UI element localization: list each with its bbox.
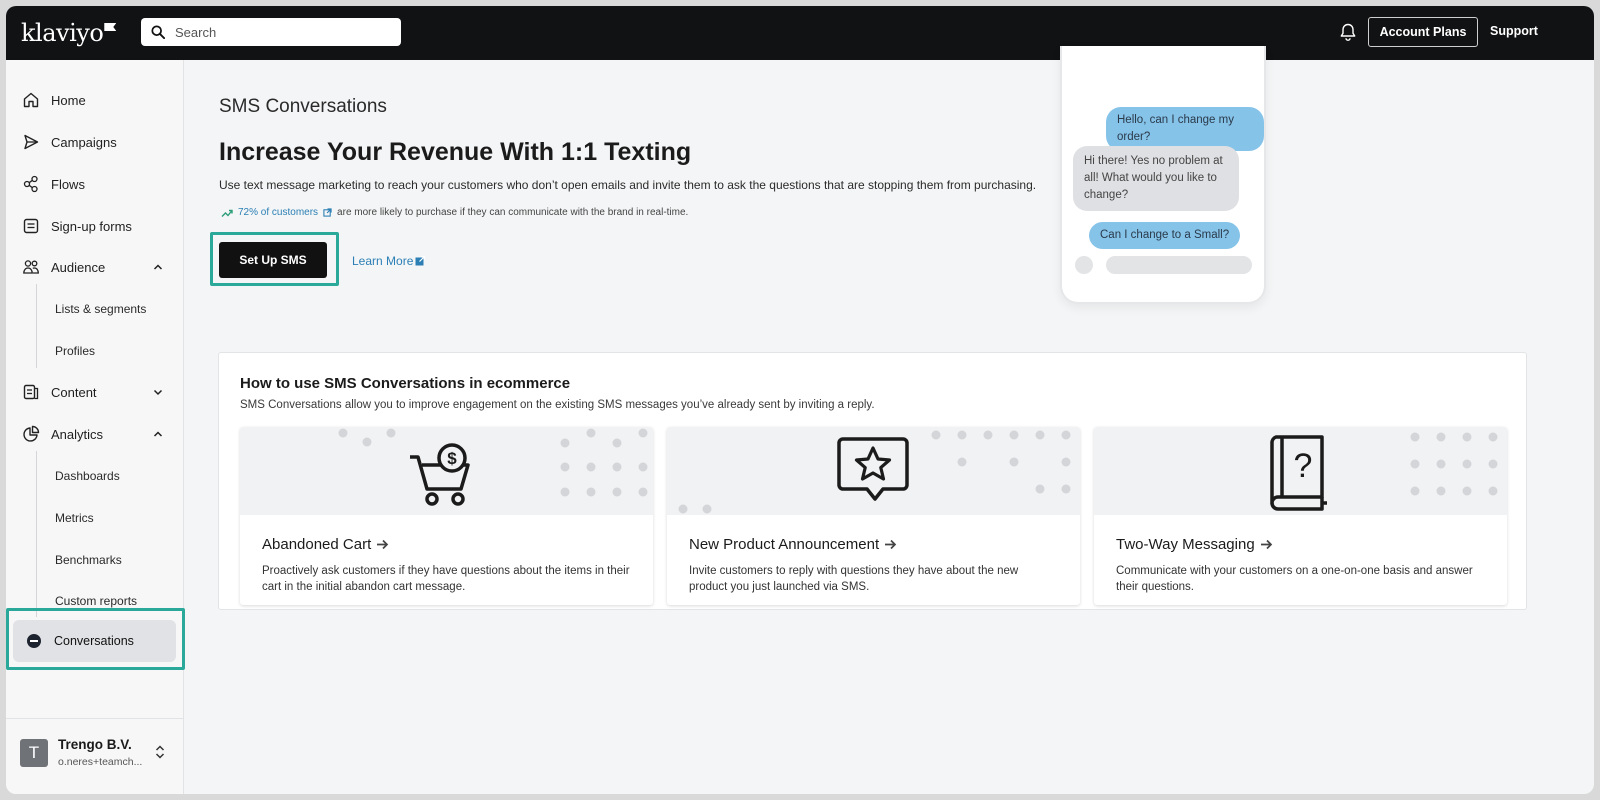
how-to-card: How to use SMS Conversations in ecommerc… [218,352,1527,610]
use-case-new-product[interactable]: New Product Announcement Invite customer… [667,427,1080,605]
use-case-title: New Product Announcement [689,536,897,553]
use-case-description: Communicate with your customers on a one… [1116,565,1473,593]
content-icon [23,384,39,400]
klaviyo-logo[interactable]: klaviyo [21,19,117,47]
sidebar-item-benchmarks[interactable]: Benchmarks [55,553,122,567]
set-up-sms-button[interactable]: Set Up SMS [219,242,327,278]
use-case-two-way-messaging[interactable]: ? Two-Way Messaging Communicate with you… [1094,427,1507,605]
org-email: o.neres+teamch... [58,756,143,768]
star-chat-icon [837,437,909,501]
chat-bubble-customer: Can I change to a Small? [1089,222,1241,249]
sidebar-item-campaigns[interactable]: Campaigns [22,126,172,158]
trend-up-icon [221,209,233,217]
conversations-highlight-frame [6,608,185,670]
chat-bubble-brand: Hi there! Yes no problem at all! What wo… [1073,146,1239,211]
arrow-right-icon [1260,539,1272,550]
logo-flag-icon [104,23,117,31]
arrow-right-icon [377,539,389,550]
sidebar-item-profiles[interactable]: Profiles [55,344,95,358]
audience-sub-line [36,284,37,368]
description: Use text message marketing to reach your… [219,178,1037,192]
top-bar: klaviyo Account Plans Support [6,6,1594,60]
sidebar-item-metrics[interactable]: Metrics [55,511,94,525]
support-link[interactable]: Support [1490,24,1538,38]
app-window: klaviyo Account Plans Support Home Campa… [6,6,1594,794]
form-icon [23,218,39,234]
analytics-sub-line [36,451,37,617]
search-box[interactable] [141,18,401,46]
use-case-art: $ [240,427,653,515]
cart-dollar-icon: $ [410,443,470,506]
sidebar-item-content[interactable]: Content [22,376,172,408]
bell-icon[interactable] [1338,22,1358,42]
sidebar-item-signup-forms[interactable]: Sign-up forms [22,210,172,242]
stat-text: are more likely to purchase if they can … [337,207,689,218]
chevron-up-icon[interactable] [152,261,164,273]
pie-chart-icon [23,425,40,442]
avatar: T [20,739,48,767]
sidebar-item-home[interactable]: Home [22,84,172,116]
org-name: Trengo B.V. [58,737,132,752]
how-to-title: How to use SMS Conversations in ecommerc… [240,375,571,392]
use-case-description: Invite customers to reply with questions… [689,565,1019,593]
use-case-abandoned-cart[interactable]: $ Abandoned Cart Proactively ask custome… [240,427,653,605]
phone-mockup: Hello, can I change my order? Hi there! … [1060,46,1266,304]
sidebar-item-custom-reports[interactable]: Custom reports [55,594,137,608]
svg-text:$: $ [447,449,457,468]
chevron-up-down-icon[interactable] [154,743,166,761]
learn-more-link[interactable]: Learn More [352,254,426,268]
question-book-icon: ? [1270,435,1327,511]
stat-link[interactable]: 72% of customers [238,207,318,218]
chat-bubble-customer: Hello, can I change my order? [1106,107,1264,151]
send-icon [24,134,39,150]
external-link-icon [415,256,426,266]
people-icon [23,260,39,274]
search-icon [151,25,165,39]
chevron-up-icon[interactable] [152,428,164,440]
home-icon [23,92,39,108]
use-case-art: ? [1094,427,1507,515]
use-case-description: Proactively ask customers if they have q… [262,565,630,593]
svg-text:?: ? [1294,447,1313,485]
sidebar-item-audience[interactable]: Audience [22,251,172,283]
chevron-down-icon[interactable] [152,386,164,398]
sidebar: Home Campaigns Flows Sign-up forms Audie… [6,60,185,794]
use-case-title: Two-Way Messaging [1116,536,1273,553]
how-to-subtitle: SMS Conversations allow you to improve e… [240,399,875,411]
phone-avatar-placeholder [1075,256,1093,274]
sidebar-item-dashboards[interactable]: Dashboards [55,469,120,483]
account-switcher[interactable]: T Trengo B.V. o.neres+teamch... [6,718,184,794]
sidebar-item-flows[interactable]: Flows [22,168,172,200]
page-title: SMS Conversations [219,96,387,117]
flows-icon [23,175,38,193]
account-plans-button[interactable]: Account Plans [1368,17,1478,47]
search-input[interactable] [175,24,375,40]
headline: Increase Your Revenue With 1:1 Texting [219,138,692,166]
use-case-title: Abandoned Cart [262,536,389,553]
external-link-icon[interactable] [323,208,332,217]
sidebar-item-lists-segments[interactable]: Lists & segments [55,302,146,316]
use-case-art [667,427,1080,515]
stat-row: 72% of customers are more likely to purc… [221,207,688,218]
sidebar-item-analytics[interactable]: Analytics [22,418,172,450]
phone-input-placeholder [1106,256,1252,274]
arrow-right-icon [885,539,897,550]
